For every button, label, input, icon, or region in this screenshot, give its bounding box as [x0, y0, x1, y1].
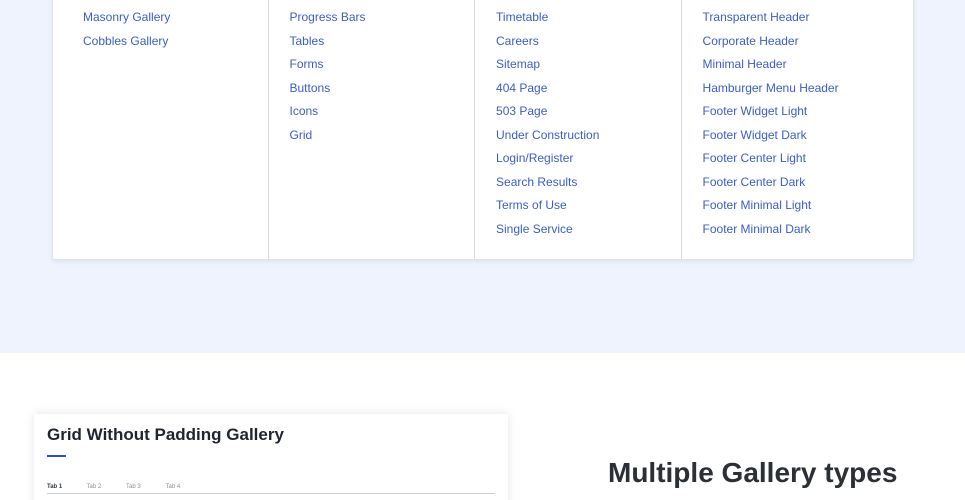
menu-link-buttons[interactable]: Buttons	[290, 77, 366, 101]
tab-3[interactable]: Tab 3	[126, 484, 166, 490]
menu-list: Transparent Header Corporate Header Mini…	[703, 6, 839, 241]
menu-link-footer-center-light[interactable]: Footer Center Light	[703, 147, 839, 171]
menu-link-careers[interactable]: Careers	[496, 30, 599, 54]
menu-link-sitemap[interactable]: Sitemap	[496, 53, 599, 77]
menu-link-tables[interactable]: Tables	[290, 30, 366, 54]
menu-list: Masonry Gallery Cobbles Gallery	[83, 6, 170, 53]
gallery-title: Grid Without Padding Gallery	[47, 425, 284, 444]
menu-link-footer-center-dark[interactable]: Footer Center Dark	[703, 171, 839, 195]
gallery-tabs: Tab 1 Tab 2 Tab 3 Tab 4	[47, 484, 205, 490]
menu-column-galleries: Masonry Gallery Cobbles Gallery	[53, 0, 269, 259]
tab-1[interactable]: Tab 1	[47, 484, 87, 490]
menu-link-timetable[interactable]: Timetable	[496, 6, 599, 30]
menu-link-grid[interactable]: Grid	[290, 124, 366, 148]
menu-link-forms[interactable]: Forms	[290, 53, 366, 77]
menu-column-headers-footers: Transparent Header Corporate Header Mini…	[682, 0, 913, 259]
tab-underline-divider	[47, 493, 495, 494]
menu-link-under-construction[interactable]: Under Construction	[496, 124, 599, 148]
menu-link-footer-widget-dark[interactable]: Footer Widget Dark	[703, 124, 839, 148]
section-heading: Multiple Gallery types	[608, 457, 898, 488]
gallery-preview-card: Grid Without Padding Gallery Tab 1 Tab 2…	[34, 414, 508, 500]
tab-2[interactable]: Tab 2	[87, 484, 127, 490]
menu-link-minimal-header[interactable]: Minimal Header	[703, 53, 839, 77]
menu-column-elements: Progress Bars Tables Forms Buttons Icons…	[269, 0, 476, 259]
menu-link-footer-minimal-dark[interactable]: Footer Minimal Dark	[703, 218, 839, 242]
menu-list: Progress Bars Tables Forms Buttons Icons…	[290, 6, 366, 147]
mega-menu-card: Masonry Gallery Cobbles Gallery Progress…	[52, 0, 914, 260]
menu-link-single-service[interactable]: Single Service	[496, 218, 599, 242]
menu-column-pages: Timetable Careers Sitemap 404 Page 503 P…	[475, 0, 682, 259]
menu-link-footer-minimal-light[interactable]: Footer Minimal Light	[703, 194, 839, 218]
menu-link-icons[interactable]: Icons	[290, 100, 366, 124]
menu-link-404-page[interactable]: 404 Page	[496, 77, 599, 101]
menu-link-masonry-gallery[interactable]: Masonry Gallery	[83, 6, 170, 30]
menu-link-hamburger-menu-header[interactable]: Hamburger Menu Header	[703, 77, 839, 101]
title-accent-divider	[47, 455, 66, 457]
menu-link-progress-bars[interactable]: Progress Bars	[290, 6, 366, 30]
tab-4[interactable]: Tab 4	[166, 484, 206, 490]
menu-link-503-page[interactable]: 503 Page	[496, 100, 599, 124]
menu-link-transparent-header[interactable]: Transparent Header	[703, 6, 839, 30]
menu-link-corporate-header[interactable]: Corporate Header	[703, 30, 839, 54]
menu-link-login-register[interactable]: Login/Register	[496, 147, 599, 171]
menu-link-cobbles-gallery[interactable]: Cobbles Gallery	[83, 30, 170, 54]
menu-link-search-results[interactable]: Search Results	[496, 171, 599, 195]
menu-link-terms-of-use[interactable]: Terms of Use	[496, 194, 599, 218]
menu-link-footer-widget-light[interactable]: Footer Widget Light	[703, 100, 839, 124]
menu-list: Timetable Careers Sitemap 404 Page 503 P…	[496, 6, 599, 241]
